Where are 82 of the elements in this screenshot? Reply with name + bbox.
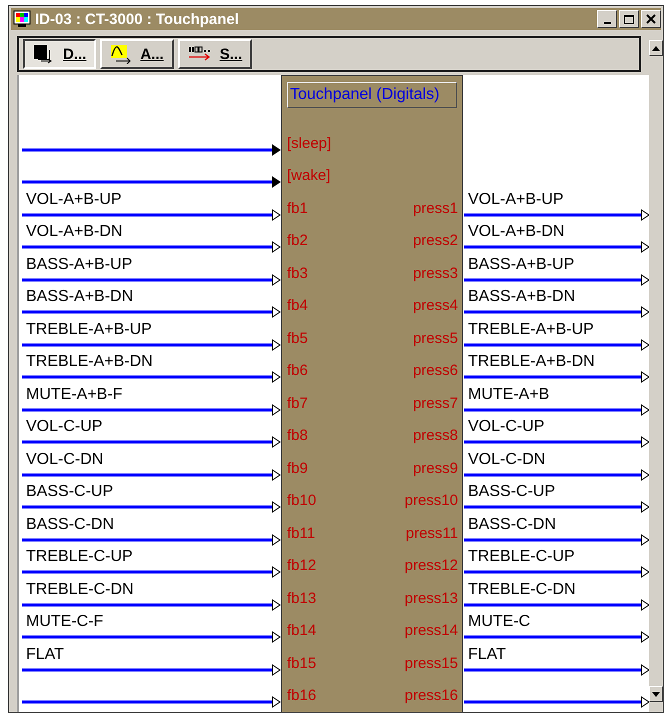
input-port-label: fb13 [287, 590, 316, 607]
output-port-label: press10 [404, 492, 458, 510]
toolbar-button[interactable]: A... [100, 39, 174, 69]
signal-label: FLAT [467, 646, 507, 664]
signal-label: TREBLE-A+B-DN [467, 353, 596, 371]
output-port-label: press7 [412, 394, 458, 412]
input-port-label: fb7 [287, 394, 308, 412]
minimize-icon [604, 22, 610, 24]
signal-label: VOL-A+B-DN [25, 223, 124, 241]
maximize-button[interactable] [619, 10, 639, 28]
app-icon [13, 10, 31, 28]
input-port-label: fb4 [287, 297, 308, 314]
signal-label: BASS-C-UP [25, 483, 114, 501]
input-port-label: fb2 [287, 232, 308, 250]
maximize-icon [623, 14, 635, 24]
input-port-label: fb3 [287, 264, 308, 282]
signal-label: BASS-C-DN [467, 516, 558, 534]
input-port-label: [sleep] [287, 134, 332, 152]
output-port-label: press13 [404, 590, 458, 607]
input-port-label: fb5 [287, 330, 308, 347]
scroll-up-button[interactable] [649, 40, 663, 56]
signal-label: MUTE-C-F [25, 613, 104, 631]
input-port-label: fb15 [287, 654, 316, 672]
output-port-label: press5 [412, 330, 458, 347]
signal-label: MUTE-C [467, 613, 532, 631]
signal-label: MUTE-A+B [467, 386, 550, 404]
toolbar-button[interactable]: D... [23, 39, 96, 69]
output-port-label: press1 [412, 200, 458, 217]
input-port-label: fb6 [287, 362, 308, 380]
input-port-label: fb9 [287, 460, 308, 477]
signal-label: VOL-C-DN [25, 450, 104, 468]
input-port-label: fb1 [287, 200, 308, 217]
output-port-label: press15 [404, 654, 458, 672]
signal-label: TREBLE-C-DN [467, 580, 577, 598]
signal-label: TREBLE-A+B-DN [25, 353, 154, 371]
window-title: ID-03 : CT-3000 : Touchpanel [35, 10, 240, 28]
input-port-label: fb10 [287, 492, 316, 510]
signal-label: TREBLE-A+B-UP [467, 320, 595, 338]
signal-label: VOL-C-DN [467, 450, 546, 468]
signal-label: BASS-A+B-DN [25, 288, 134, 306]
signal-label: VOL-A+B-UP [25, 190, 123, 208]
input-port-label: fb12 [287, 557, 316, 574]
signal-label: VOL-C-UP [467, 418, 546, 436]
input-port-label: fb16 [287, 687, 316, 704]
curve-arrow-icon [110, 44, 132, 64]
output-port-label: press6 [412, 362, 458, 380]
output-port-label: press12 [404, 557, 458, 574]
toolbar-button[interactable]: S... [178, 39, 252, 69]
block-title: Touchpanel (Digitals) [287, 82, 457, 108]
signal-label: TREBLE-C-DN [25, 580, 135, 598]
output-port-label: press8 [412, 427, 458, 444]
signal-label: TREBLE-C-UP [25, 548, 134, 566]
signal-label: VOL-C-UP [25, 418, 104, 436]
close-icon [646, 14, 656, 24]
signal-label: VOL-A+B-UP [467, 190, 565, 208]
signal-label: BASS-C-DN [25, 516, 116, 534]
output-port-label: press11 [406, 524, 458, 542]
output-port-label: press3 [412, 264, 458, 282]
input-port-label: fb14 [287, 622, 316, 640]
signal-label: TREBLE-A+B-UP [25, 320, 153, 338]
signal-label: BASS-A+B-UP [25, 256, 134, 274]
input-port-label: fb11 [287, 524, 316, 542]
close-button[interactable] [641, 10, 661, 28]
minimize-button[interactable] [597, 10, 617, 28]
output-port-label: press2 [412, 232, 458, 250]
scroll-down-button[interactable] [649, 686, 663, 702]
signal-label: BASS-A+B-UP [467, 256, 576, 274]
input-port-label: [wake] [287, 167, 330, 184]
signal-label: BASS-A+B-DN [467, 288, 576, 306]
output-port-label: press9 [412, 460, 458, 477]
output-port-label: press4 [412, 297, 458, 314]
signal-label: BASS-C-UP [467, 483, 556, 501]
output-port-label: press14 [404, 622, 458, 640]
signal-label: FLAT [25, 646, 65, 664]
up-arrow-icon [652, 46, 660, 50]
signal-label: MUTE-A+B-F [25, 386, 124, 404]
signal-label: VOL-A+B-DN [467, 223, 566, 241]
output-port-label: press16 [404, 687, 458, 704]
down-arrow-icon [652, 692, 660, 696]
input-port-label: fb8 [287, 427, 308, 444]
signal-label: TREBLE-C-UP [467, 548, 576, 566]
bits-arrow-icon [188, 45, 212, 63]
